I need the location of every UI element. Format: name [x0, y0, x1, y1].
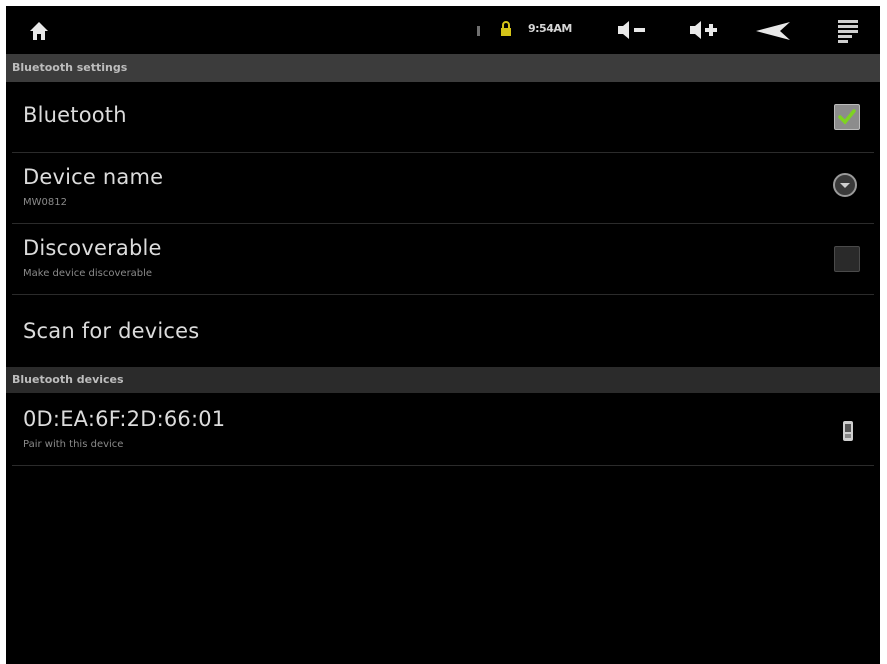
status-bar: 9:54AM — [6, 6, 880, 54]
device-summary: Pair with this device — [23, 439, 124, 450]
divider — [12, 465, 874, 466]
menu-icon[interactable] — [836, 18, 860, 48]
setting-title: Scan for devices — [23, 319, 200, 343]
lock-icon — [500, 21, 512, 41]
setting-row-discoverable[interactable]: Discoverable Make device discoverable — [6, 224, 880, 294]
device-address: 0D:EA:6F:2D:66:01 — [23, 407, 226, 431]
status-clock: 9:54AM — [528, 22, 572, 35]
volume-up-icon[interactable] — [688, 19, 720, 45]
volume-down-icon[interactable] — [616, 19, 648, 45]
phone-icon — [842, 420, 854, 446]
signal-icon — [477, 26, 480, 36]
setting-summary: Make device discoverable — [23, 268, 153, 279]
screen: 9:54AM Bluetooth settings Bluetooth Devi… — [6, 6, 880, 664]
check-mark-icon — [835, 109, 859, 133]
setting-title: Discoverable — [23, 236, 162, 260]
section-header-bluetooth-devices: Bluetooth devices — [6, 367, 880, 393]
section-header-bluetooth-settings: Bluetooth settings — [6, 54, 880, 82]
back-icon[interactable] — [754, 21, 792, 45]
setting-row-bluetooth[interactable]: Bluetooth — [6, 82, 880, 152]
setting-title: Device name — [23, 165, 164, 189]
setting-row-device-name[interactable]: Device name MW0812 — [6, 153, 880, 223]
setting-title: Bluetooth — [23, 103, 127, 127]
setting-row-scan[interactable]: Scan for devices — [6, 295, 880, 367]
discoverable-checkbox[interactable] — [834, 246, 860, 272]
setting-summary: MW0812 — [23, 197, 67, 208]
bluetooth-checkbox[interactable] — [834, 104, 860, 130]
home-icon[interactable] — [28, 20, 50, 46]
list-item-device[interactable]: 0D:EA:6F:2D:66:01 Pair with this device — [6, 393, 880, 465]
dropdown-icon[interactable] — [832, 172, 858, 202]
